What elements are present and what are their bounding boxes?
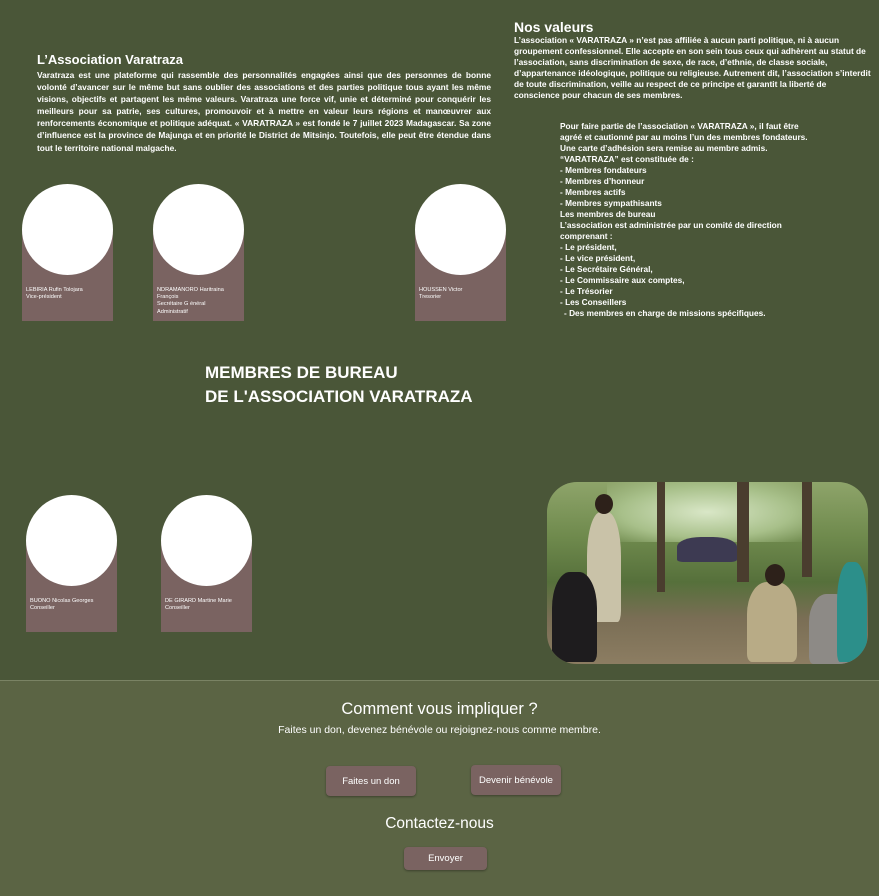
photo-person (837, 562, 867, 662)
members-heading-line: MEMBRES DE BUREAU (205, 363, 398, 382)
values-title: Nos valeurs (514, 19, 594, 35)
member-role: Conseiller (30, 605, 55, 612)
member-avatar (415, 184, 506, 275)
member-card: BUONO Nicolas Georges Conseiller (26, 495, 117, 632)
member-info: BUONO Nicolas Georges Conseiller (30, 598, 93, 612)
member-role: Tresorier (419, 294, 442, 301)
member-role: Secrétaire G énéral (157, 301, 206, 308)
membership-line: Pour faire partie de l’association « VAR… (560, 121, 799, 131)
photo-head (595, 494, 613, 514)
membership-line: - Le Commissaire aux comptes, (560, 275, 685, 285)
member-name: NDRAMANORO Haritraina (157, 287, 224, 293)
membership-line: - Le Secrétaire Général, (560, 264, 653, 274)
membership-line: - Le vice président, (560, 253, 636, 263)
member-avatar (161, 495, 252, 586)
photo-person (552, 572, 597, 662)
membership-line: - Les Conseillers (560, 297, 627, 307)
membership-line: Une carte d’adhésion sera remise au memb… (560, 143, 768, 153)
membership-line: comprenant : (560, 231, 613, 241)
member-avatar (26, 495, 117, 586)
member-name: DE GIRARD Martine Marie (165, 598, 232, 604)
member-role: Vice-président (26, 294, 62, 301)
member-name: François (157, 294, 179, 301)
membership-line: - Membres sympathisants (560, 198, 662, 208)
involvement-title: Comment vous impliquer ? (341, 700, 538, 718)
involvement-subtitle: Faites un don, devenez bénévole ou rejoi… (278, 724, 601, 736)
membership-conditions: Pour faire partie de l’association « VAR… (560, 121, 870, 319)
group-photo (547, 482, 868, 664)
membership-line: - Le président, (560, 242, 617, 252)
photo-head (765, 564, 785, 586)
member-avatar (22, 184, 113, 275)
association-description: Varatraza est une plateforme qui rassemb… (37, 70, 491, 153)
membership-line: agréé et cautionné par au moins l’un des… (560, 132, 808, 142)
donate-button[interactable]: Faites un don (326, 766, 416, 796)
membership-line: - Le Trésorier (560, 286, 613, 296)
member-info: HOUSSEN Victor Tresorier (419, 287, 462, 301)
member-avatar (153, 184, 244, 275)
photo-person (747, 582, 797, 662)
send-button[interactable]: Envoyer (404, 847, 487, 870)
member-card: HOUSSEN Victor Tresorier (415, 184, 506, 321)
membership-line: Les membres de bureau (560, 209, 656, 219)
photo-person (677, 537, 737, 562)
membership-line: - Membres fondateurs (560, 165, 647, 175)
member-card: LEBIRIA Rufin Tolojara Vice-président (22, 184, 113, 321)
member-role: Administratif (157, 308, 188, 315)
member-info: LEBIRIA Rufin Tolojara Vice-président (26, 287, 83, 301)
member-name: LEBIRIA Rufin Tolojara (26, 287, 83, 293)
member-info: NDRAMANORO Haritraina François Secrétair… (157, 287, 224, 316)
photo-sky (607, 482, 807, 542)
member-name: HOUSSEN Victor (419, 287, 463, 293)
membership-line: L’association est administrée par un com… (560, 220, 782, 230)
member-name: BUONO Nicolas Georges (30, 598, 94, 604)
association-title: L’Association Varatraza (37, 52, 183, 67)
photo-tree (802, 482, 812, 577)
contact-title: Contactez-nous (385, 815, 494, 832)
photo-tree (657, 482, 665, 592)
member-info: DE GIRARD Martine Marie Conseiller (165, 598, 232, 612)
membership-line: “VARATRAZA” est constituée de : (560, 154, 694, 164)
volunteer-button[interactable]: Devenir bénévole (471, 765, 561, 795)
member-role: Conseiller (165, 605, 190, 612)
members-heading: MEMBRES DE BUREAU DE L'ASSOCIATION VARAT… (205, 361, 473, 409)
member-card: NDRAMANORO Haritraina François Secrétair… (153, 184, 244, 321)
photo-tree (737, 482, 749, 582)
values-description: L’association « VARATRAZA » n’est pas af… (514, 35, 871, 101)
membership-line: - Des membres en charge de missions spéc… (564, 308, 766, 318)
member-card: DE GIRARD Martine Marie Conseiller (161, 495, 252, 632)
membership-line: - Membres d’honneur (560, 176, 645, 186)
members-heading-line: DE L'ASSOCIATION VARATRAZA (205, 387, 473, 406)
membership-line: - Membres actifs (560, 187, 626, 197)
